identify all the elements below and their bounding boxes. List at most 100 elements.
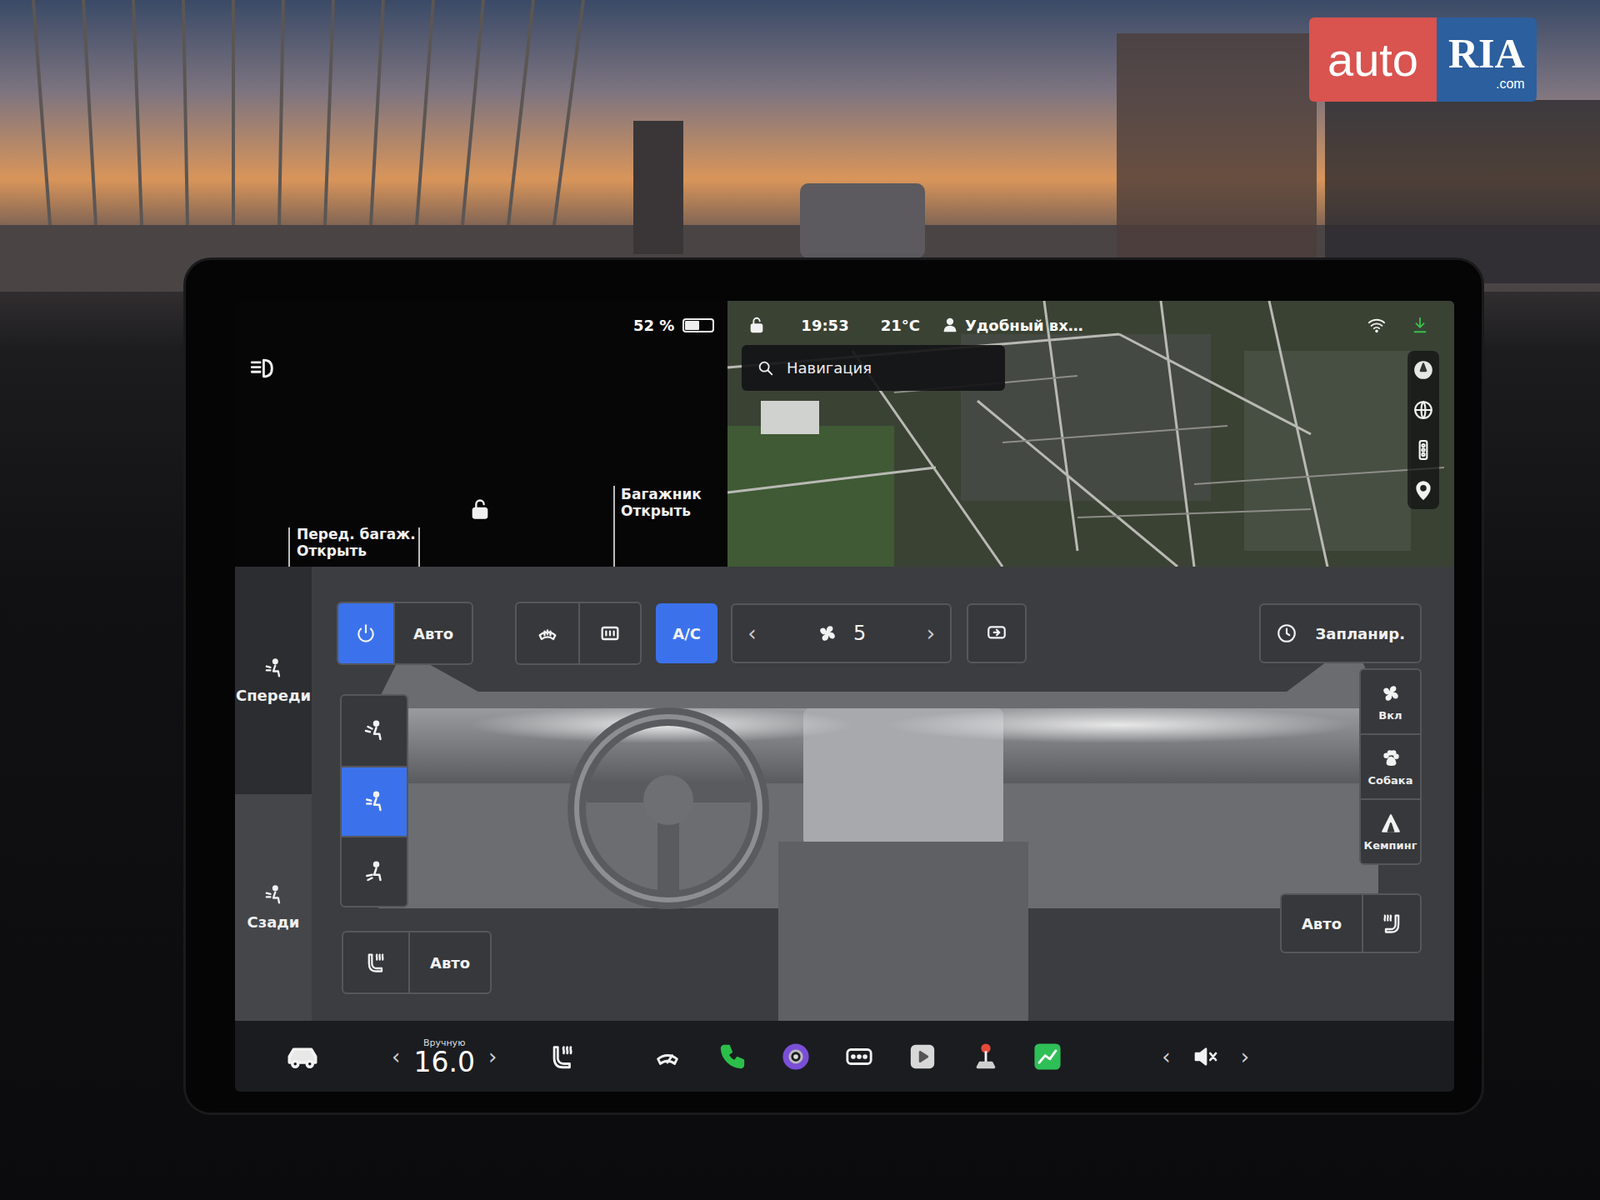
globe-icon[interactable] <box>1412 399 1435 421</box>
pin-icon[interactable] <box>1412 479 1435 501</box>
climate-panel: Спереди Сзади Авто A/C ‹ 5 › Запланир. Авто Вкл Со… <box>235 566 1455 1021</box>
airflow-mode-button[interactable] <box>341 765 407 836</box>
left-seat-heater: Авто <box>341 930 492 995</box>
lock-open-icon[interactable] <box>747 315 766 335</box>
climate-controls: АвтоA/C‹5›Запланир.АвтоВклСобакаКемпингА… <box>311 566 1455 1021</box>
watermark-ria: RIA <box>1448 29 1525 78</box>
driver-profile[interactable]: Удобный вх… <box>965 316 1084 335</box>
volume-increase[interactable]: › <box>1240 1044 1250 1070</box>
watermark-brand: auto <box>1309 17 1437 102</box>
fan-icon <box>816 622 839 645</box>
more-apps-icon[interactable] <box>845 1042 874 1071</box>
search-box[interactable]: Навигация <box>741 345 1005 391</box>
temperature-increase[interactable]: › <box>488 1044 497 1070</box>
temperature-mode: Вручную <box>423 1037 466 1049</box>
rear-defrost-button[interactable] <box>578 603 640 664</box>
seat-airflow-icon <box>259 656 288 680</box>
fan-speed-display: 5 <box>816 621 866 645</box>
person-icon[interactable] <box>941 316 959 334</box>
ac-label: A/C <box>672 625 701 643</box>
airflow-direction-icon <box>361 789 387 815</box>
media-player-icon[interactable] <box>908 1042 937 1071</box>
schedule-label: Запланир. <box>1315 625 1405 643</box>
zone-label: Спереди <box>235 686 311 705</box>
climate-mode-button[interactable]: Вкл <box>1360 670 1420 734</box>
right-seat-auto-button[interactable]: Авто <box>1281 895 1362 952</box>
right-controls: Вкл СобакаКемпинг Авто <box>1280 668 1422 954</box>
power-icon <box>355 622 377 645</box>
climate-top-row: Авто A/C ‹ 5 › Запланир. <box>336 601 1422 665</box>
volume-decrease[interactable]: ‹ <box>1161 1044 1170 1070</box>
wiper-icon[interactable] <box>653 1042 682 1071</box>
fan-speed: 5 <box>853 621 866 645</box>
paw-icon <box>1380 747 1402 770</box>
front-defrost-icon <box>535 621 560 645</box>
right-seat-heat-button[interactable] <box>1361 895 1420 952</box>
airflow-direction-icon <box>361 859 387 885</box>
seat-heater-icon[interactable] <box>548 1042 577 1071</box>
airflow-direction-icon <box>361 718 387 744</box>
recirculate-button[interactable] <box>966 603 1027 664</box>
lock-open-icon[interactable] <box>468 497 492 521</box>
frunk-line <box>288 527 290 567</box>
zone-tab[interactable]: Спереди <box>235 566 312 795</box>
left-seat-auto-button[interactable]: Авто <box>408 932 490 993</box>
battery-percent: 52 % <box>633 316 675 335</box>
front-defrost-button[interactable] <box>516 603 579 664</box>
power-button[interactable] <box>338 603 394 664</box>
frunk-button[interactable]: Перед. багаж.Открыть <box>296 525 416 560</box>
recirculate-icon <box>985 622 1008 645</box>
fan-icon <box>1380 682 1402 705</box>
energy-chart-icon[interactable] <box>1033 1042 1062 1071</box>
seat-heater-icon <box>1380 911 1404 935</box>
map-tools <box>1407 350 1440 510</box>
fan-increase[interactable]: › <box>926 620 935 646</box>
bottom-bar: ‹ Вручную16.0 › ‹ › <box>235 1020 1455 1092</box>
headlight-icon[interactable] <box>248 354 277 383</box>
zone-label: Сзади <box>247 913 300 931</box>
climate-mode-button[interactable]: Собака <box>1360 733 1420 799</box>
map[interactable]: Навигация <box>727 300 1455 567</box>
compass-icon[interactable] <box>1412 359 1435 381</box>
toybox-icon[interactable] <box>971 1042 1000 1071</box>
left-controls: Авто <box>336 694 492 995</box>
screen-bezel: Перед. багаж.Открыть БагажникОткрыть Навиг… <box>185 260 1482 1113</box>
climate-body-row: Авто Вкл СобакаКемпинг Авто <box>336 665 1422 995</box>
zone-tab[interactable]: Сзади <box>235 794 312 1022</box>
speaker-muted-icon[interactable] <box>1192 1043 1220 1070</box>
battery-fill <box>685 320 700 330</box>
rear-defrost-icon <box>598 621 622 645</box>
phone-icon[interactable] <box>718 1042 747 1071</box>
watermark-mark: RIA.com <box>1436 17 1537 102</box>
download-icon[interactable] <box>1410 315 1430 335</box>
touchscreen: Перед. багаж.Открыть БагажникОткрыть Навиг… <box>235 300 1455 1092</box>
frunk-label: Перед. багаж. <box>296 525 416 543</box>
auto-button[interactable]: Авто <box>393 603 472 664</box>
left-seat-heat-button[interactable] <box>343 932 409 993</box>
temperature-decrease[interactable]: ‹ <box>391 1044 400 1070</box>
traffic-icon[interactable] <box>1412 439 1435 461</box>
fan-decrease[interactable]: ‹ <box>747 620 756 646</box>
airflow-mode-button[interactable] <box>341 835 407 906</box>
climate-mode-button[interactable]: Кемпинг <box>1360 798 1420 864</box>
temperature-value: 16.0 <box>413 1048 475 1076</box>
seat-airflow-icon <box>259 883 288 907</box>
camera-icon[interactable] <box>781 1042 810 1071</box>
keep-climate-modes: Вкл СобакаКемпинг <box>1359 668 1422 865</box>
outside-temperature: 21°C <box>880 316 920 335</box>
climate-mode-label: Вкл <box>1378 709 1402 722</box>
temperature-display: Вручную16.0 <box>413 1037 475 1076</box>
map-imagery <box>727 300 1455 567</box>
airflow-mode-button[interactable] <box>341 695 407 766</box>
car-icon[interactable] <box>285 1039 320 1075</box>
trunk-button[interactable]: БагажникОткрыть <box>620 485 702 520</box>
ac-button[interactable]: A/C <box>655 603 718 664</box>
schedule-button[interactable]: Запланир. <box>1259 603 1422 664</box>
fan-control: ‹ 5 › <box>730 603 952 664</box>
defrost-group <box>515 601 642 665</box>
watermark: autoRIA.com <box>1309 17 1537 102</box>
search-icon <box>756 359 775 378</box>
top-section: Перед. багаж.Открыть БагажникОткрыть Навиг… <box>235 300 1455 567</box>
seat-heater-icon <box>364 950 388 975</box>
trunk-label: Багажник <box>620 485 702 503</box>
